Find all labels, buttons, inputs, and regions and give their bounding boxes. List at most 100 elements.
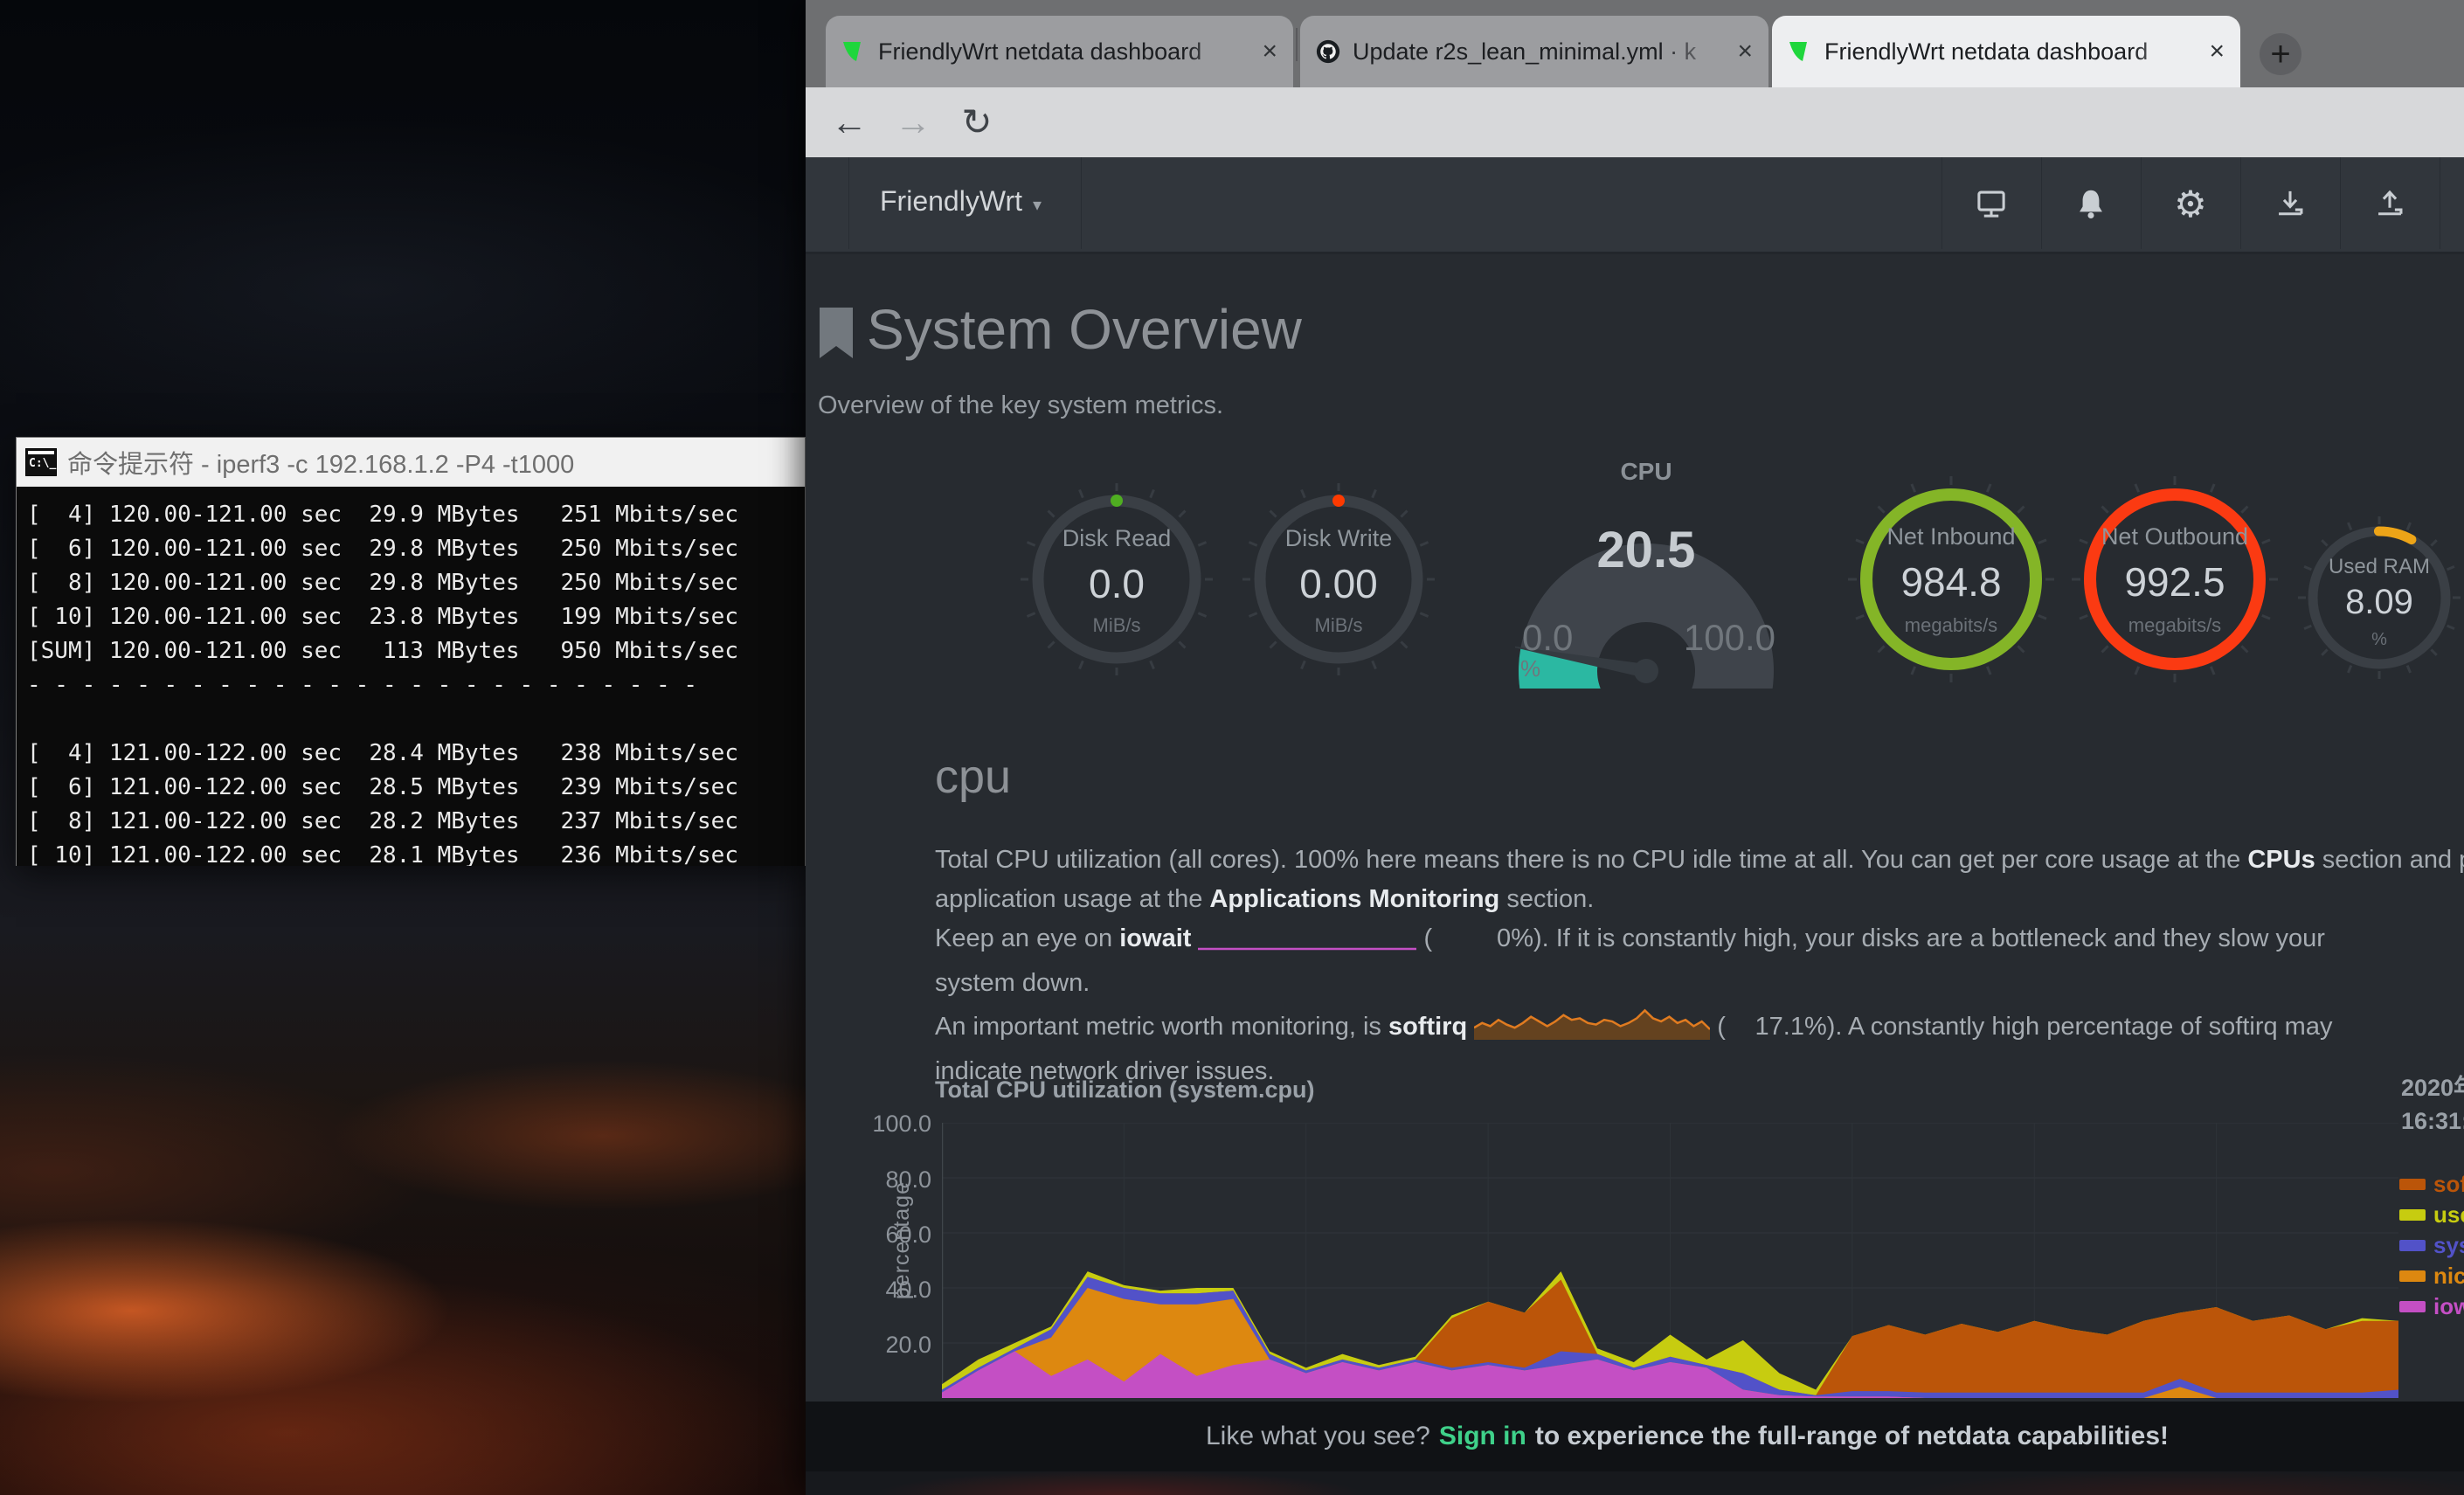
legend-item-softirq[interactable]: softirq: [2399, 1169, 2464, 1200]
tab-title: FriendlyWrt netdata dashboard: [878, 38, 1253, 66]
tab-close-icon[interactable]: ×: [1262, 38, 1277, 65]
gauge-unit: megabits/s: [1846, 614, 2056, 637]
terminal-title: 命令提示符 - iperf3 -c 192.168.1.2 -P4 -t1000: [67, 444, 574, 481]
cpu-utilization-chart[interactable]: [942, 1123, 2398, 1398]
chart-timestamp: 2020年3 16:31:2: [2401, 1071, 2464, 1138]
iowait-sparkline: [1198, 924, 1416, 964]
forward-icon[interactable]: →: [889, 103, 938, 142]
terminal-body: - - - - - - - - - - - - - - - - - - - - …: [17, 487, 805, 866]
netdata-navbar: FriendlyWrt ▾ ⚙: [806, 157, 2464, 254]
section-heading-cpu: cpu: [935, 750, 1011, 804]
legend-swatch: [2399, 1179, 2426, 1190]
chart-legend[interactable]: softirq user system nice iowait: [2399, 1169, 2464, 1322]
page-subtitle: Overview of the key system metrics.: [818, 391, 1223, 420]
gauge-unit: MiB/s: [1021, 614, 1213, 637]
disk-write-gauge[interactable]: Disk Write 0.00 MiB/s: [1242, 483, 1435, 675]
gauge-max: 100.0: [1684, 617, 1775, 659]
new-tab-button[interactable]: +: [2260, 33, 2301, 75]
tab-close-icon[interactable]: ×: [1737, 38, 1753, 65]
gauge-unit: megabits/s: [2070, 614, 2280, 637]
gauge-label: Net Outbound: [2070, 523, 2280, 550]
host-name: FriendlyWrt: [880, 185, 1022, 217]
terminal-window[interactable]: C:\_ 命令提示符 - iperf3 -c 192.168.1.2 -P4 -…: [16, 437, 806, 866]
ytick-100: 100.0: [841, 1111, 931, 1138]
legend-swatch: [2399, 1240, 2426, 1251]
gauge-unit: MiB/s: [1242, 614, 1435, 637]
legend-item-iowait[interactable]: iowait: [2399, 1291, 2464, 1322]
disk-read-gauge[interactable]: Disk Read 0.0 MiB/s: [1021, 483, 1213, 675]
desktop-wallpaper: C:\_ 命令提示符 - iperf3 -c 192.168.1.2 -P4 -…: [0, 0, 2464, 1495]
bell-icon[interactable]: [2069, 186, 2113, 223]
gauge-min: 0.0: [1522, 617, 1573, 659]
gauge-value: 984.8: [1846, 558, 2056, 606]
gauge-unit: %: [2296, 630, 2462, 650]
download-icon[interactable]: [2268, 186, 2312, 223]
tab-title: Update r2s_lean_minimal.yml · k: [1353, 38, 1728, 66]
cmd-icon: C:\_: [25, 448, 57, 476]
signin-prefix: Like what you see?: [1206, 1422, 1430, 1451]
disk-read-dot: [1111, 495, 1123, 507]
tab-1[interactable]: FriendlyWrt netdata dashboard ×: [826, 16, 1293, 87]
legend-item-nice[interactable]: nice: [2399, 1261, 2464, 1291]
legend-label: user: [2433, 1201, 2464, 1229]
terminal-titlebar[interactable]: C:\_ 命令提示符 - iperf3 -c 192.168.1.2 -P4 -…: [17, 438, 805, 487]
used-ram-gauge[interactable]: Used RAM 8.09 %: [2296, 515, 2462, 681]
gauge-value: 8.09: [2296, 583, 2462, 622]
gauge-value: 0.0: [1021, 560, 1213, 607]
ytick-80: 80.0: [841, 1166, 931, 1194]
netdata-favicon-icon: [1788, 39, 1812, 64]
legend-label: nice: [2433, 1263, 2464, 1290]
tab-strip: FriendlyWrt netdata dashboard × Update r…: [806, 0, 2464, 87]
gauge-value: 0.00: [1242, 560, 1435, 607]
cpu-description: Total CPU utilization (all cores). 100% …: [935, 841, 2464, 1091]
legend-label: system: [2433, 1232, 2464, 1259]
net-inbound-gauge[interactable]: Net Inbound 984.8 megabits/s: [1846, 474, 2056, 684]
gauge-label: Disk Read: [1021, 525, 1213, 552]
gauge-unit: %: [1520, 655, 1540, 682]
legend-swatch: [2399, 1209, 2426, 1221]
tab-2[interactable]: Update r2s_lean_minimal.yml · k ×: [1300, 16, 1768, 87]
legend-swatch: [2399, 1301, 2426, 1312]
legend-label: iowait: [2433, 1293, 2464, 1320]
tab-divider: [1296, 28, 1298, 61]
ytick-40: 40.0: [841, 1277, 931, 1304]
legend-item-user[interactable]: user: [2399, 1200, 2464, 1230]
gauge-label: Disk Write: [1242, 525, 1435, 552]
tab-3-active[interactable]: FriendlyWrt netdata dashboard ×: [1772, 16, 2240, 87]
legend-label: softirq: [2433, 1171, 2464, 1198]
signin-bar: Like what you see? Sign in to experience…: [806, 1402, 2464, 1471]
bookmark-icon: [820, 308, 853, 366]
upload-icon[interactable]: [2368, 186, 2412, 223]
gauge-label: Used RAM: [2296, 555, 2462, 579]
netdata-favicon-icon: [841, 39, 866, 64]
chevron-down-icon: ▾: [1033, 196, 1042, 215]
signin-link[interactable]: Sign in: [1439, 1422, 1526, 1451]
gauge-value: 20.5: [1515, 521, 1777, 579]
host-selector[interactable]: FriendlyWrt ▾: [880, 185, 1042, 218]
signin-suffix: to experience the full-range of netdata …: [1535, 1422, 2169, 1451]
browser-toolbar: ← → ↻ 不安全 192.168.2.1:19999/#menu_system…: [806, 87, 2464, 157]
tab-close-icon[interactable]: ×: [2209, 38, 2225, 65]
gauge-label: Net Inbound: [1846, 523, 2056, 550]
page-below-strip: [806, 1471, 2464, 1495]
gear-icon[interactable]: ⚙: [2169, 186, 2212, 223]
net-outbound-gauge[interactable]: Net Outbound 992.5 megabits/s: [2070, 474, 2280, 684]
legend-item-system[interactable]: system: [2399, 1230, 2464, 1261]
monitor-icon[interactable]: [1969, 186, 2013, 223]
tab-title: FriendlyWrt netdata dashboard: [1824, 38, 2200, 66]
chart-title: Total CPU utilization (system.cpu): [935, 1076, 1315, 1104]
terminal-output: - - - - - - - - - - - - - - - - - - - - …: [27, 487, 805, 866]
gauge-value: 992.5: [2070, 558, 2280, 606]
gauge-label: CPU: [1515, 458, 1777, 486]
softirq-sparkline: [1474, 1003, 1710, 1052]
ytick-60: 60.0: [841, 1222, 931, 1249]
github-favicon-icon: [1316, 39, 1340, 64]
browser-window: FriendlyWrt netdata dashboard × Update r…: [806, 0, 2464, 1495]
cpu-gauge[interactable]: CPU 20.5 0.0 100.0 %: [1515, 453, 1777, 689]
ytick-20: 20.0: [841, 1332, 931, 1359]
reload-icon[interactable]: ↻: [952, 103, 1001, 142]
back-icon[interactable]: ←: [825, 103, 874, 142]
y-axis-label: percentage: [889, 1181, 915, 1299]
page-title: System Overview: [867, 297, 1302, 362]
disk-write-dot: [1332, 495, 1345, 507]
